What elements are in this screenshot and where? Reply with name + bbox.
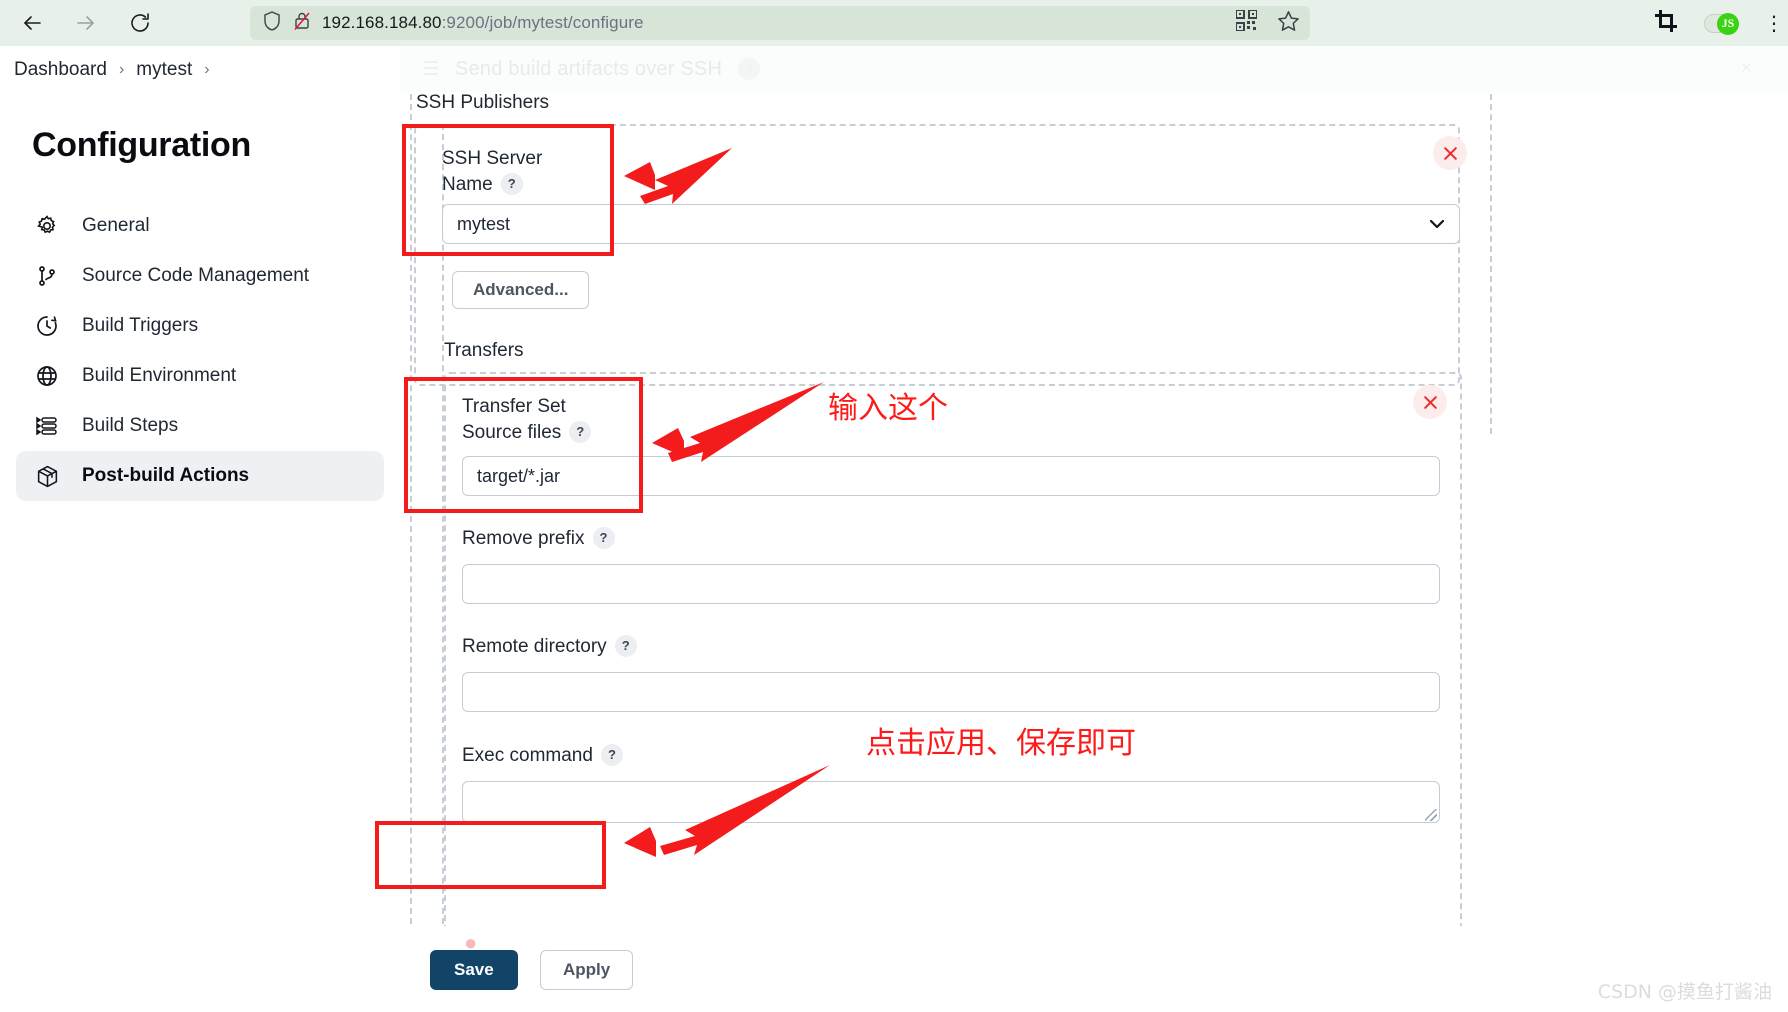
save-button[interactable]: Save — [430, 950, 518, 990]
ssh-server-name-label-line1: SSH Server — [442, 148, 543, 169]
transfer-set-source-files-label: Transfer Set Source files? — [462, 394, 682, 446]
help-icon[interactable]: ? — [569, 421, 592, 443]
package-box-icon — [34, 463, 60, 489]
remove-prefix-label: Remove prefix? — [462, 526, 615, 552]
remove-ssh-server-button[interactable] — [1433, 136, 1467, 170]
sidebar-item-label: Build Steps — [82, 415, 179, 436]
advanced-button[interactable]: Advanced... — [452, 271, 590, 309]
source-files-label-line2: Source files — [462, 422, 562, 443]
exec-command-textarea[interactable] — [462, 781, 1440, 823]
sidebar-item-label: Build Environment — [82, 365, 237, 386]
clock-icon — [34, 313, 60, 339]
url-path: :9200/job/mytest/configure — [441, 13, 644, 32]
sidebar-item-label: Post-build Actions — [82, 465, 250, 486]
sidebar-item-source-code-management[interactable]: Source Code Management — [16, 251, 384, 301]
sidebar-item-build-steps[interactable]: Build Steps — [16, 401, 384, 451]
main-content: SSH Publishers SSH Server Name? mytest A… — [400, 94, 1788, 1012]
shield-icon — [262, 10, 282, 37]
transfers-label: Transfers — [444, 340, 524, 361]
git-branch-icon — [34, 263, 60, 289]
section-header-title: Send build artifacts over SSH — [455, 57, 723, 80]
page-title: Configuration — [32, 126, 251, 164]
chevron-down-icon — [1429, 216, 1445, 232]
ssh-server-name-value: mytest — [457, 213, 511, 234]
breadcrumb-separator-2: › — [204, 61, 210, 78]
overflow-menu-icon[interactable]: ⋮ — [1764, 11, 1784, 36]
back-arrow-icon[interactable] — [18, 9, 46, 37]
remove-prefix-label-text: Remove prefix — [462, 528, 585, 549]
close-icon[interactable]: × — [1741, 58, 1752, 80]
remove-transfer-set-button[interactable] — [1413, 385, 1447, 419]
remote-directory-label-text: Remote directory — [462, 636, 607, 657]
sidebar-item-general[interactable]: General — [16, 201, 384, 251]
address-bar[interactable]: 192.168.184.80:9200/job/mytest/configure — [250, 6, 1310, 40]
crop-screenshot-icon[interactable] — [1654, 9, 1678, 38]
star-bookmark-icon[interactable] — [1277, 9, 1300, 37]
csdn-watermark: CSDN @摸鱼打酱油 — [1597, 981, 1772, 1003]
ssh-server-name-select[interactable]: mytest — [442, 204, 1460, 244]
source-files-value: target/*.jar — [477, 465, 561, 486]
apply-button[interactable]: Apply — [540, 950, 634, 990]
gear-icon — [34, 213, 60, 239]
help-icon[interactable]: ? — [738, 58, 761, 80]
reload-icon[interactable] — [126, 9, 154, 37]
help-icon[interactable]: ? — [600, 744, 623, 766]
qr-code-icon[interactable] — [1235, 9, 1258, 36]
exec-command-label-text: Exec command — [462, 745, 593, 766]
browser-toolbar: 192.168.184.80:9200/job/mytest/configure… — [0, 0, 1788, 46]
browser-extension-area: JS ⋮ — [1654, 6, 1784, 40]
hamburger-icon[interactable]: ☰ — [422, 58, 439, 81]
javascript-toggle[interactable]: JS — [1704, 12, 1739, 35]
form-action-bar: ● Save Apply — [400, 926, 1788, 1012]
transfer-set-label-line1: Transfer Set — [462, 396, 566, 417]
js-toggle-label: JS — [1717, 12, 1739, 35]
help-icon[interactable]: ? — [614, 635, 637, 657]
remote-directory-input[interactable] — [462, 672, 1440, 712]
address-bar-actions — [1235, 6, 1300, 40]
ssh-server-name-label-line2: Name — [442, 174, 493, 195]
resize-grip-icon[interactable] — [1425, 809, 1437, 821]
sidebar-item-build-environment[interactable]: Build Environment — [16, 351, 384, 401]
screenshot-root: 192.168.184.80:9200/job/mytest/configure… — [0, 0, 1788, 1012]
sidebar-item-label: Build Triggers — [82, 315, 199, 336]
nesting-guide-3 — [1490, 94, 1492, 434]
section-header-send-build-artifacts: ☰ Send build artifacts over SSH ? × — [400, 46, 1788, 92]
breadcrumb-separator: › — [118, 61, 125, 78]
sidebar: Configuration General Source Code Manage… — [0, 94, 400, 1012]
ssh-publishers-label: SSH Publishers — [416, 94, 550, 113]
help-icon[interactable]: ? — [592, 527, 615, 549]
ssh-server-name-label: SSH Server Name? — [442, 146, 642, 198]
forward-arrow-icon[interactable] — [72, 9, 100, 37]
source-files-input[interactable]: target/*.jar — [462, 456, 1440, 496]
remote-directory-label: Remote directory? — [462, 634, 637, 660]
help-icon[interactable]: ? — [500, 173, 523, 195]
browser-nav-buttons — [18, 9, 154, 37]
breadcrumb-item-mytest[interactable]: mytest — [136, 59, 192, 81]
remove-prefix-input[interactable] — [462, 564, 1440, 604]
globe-icon — [34, 363, 60, 389]
exec-command-label: Exec command? — [462, 743, 623, 769]
sidebar-item-build-triggers[interactable]: Build Triggers — [16, 301, 384, 351]
list-steps-icon — [34, 413, 60, 439]
url-host: 192.168.184.80 — [322, 13, 442, 32]
sidebar-nav: General Source Code Management Build Tri… — [0, 201, 400, 501]
url-text: 192.168.184.80:9200/job/mytest/configure — [322, 13, 644, 33]
lock-crossed-icon — [292, 10, 312, 37]
sidebar-item-post-build-actions[interactable]: Post-build Actions — [16, 451, 384, 501]
breadcrumb-item-dashboard[interactable]: Dashboard — [14, 59, 107, 81]
sidebar-item-label: General — [82, 215, 150, 236]
sidebar-item-label: Source Code Management — [82, 265, 310, 286]
nesting-guide-1 — [410, 94, 412, 934]
